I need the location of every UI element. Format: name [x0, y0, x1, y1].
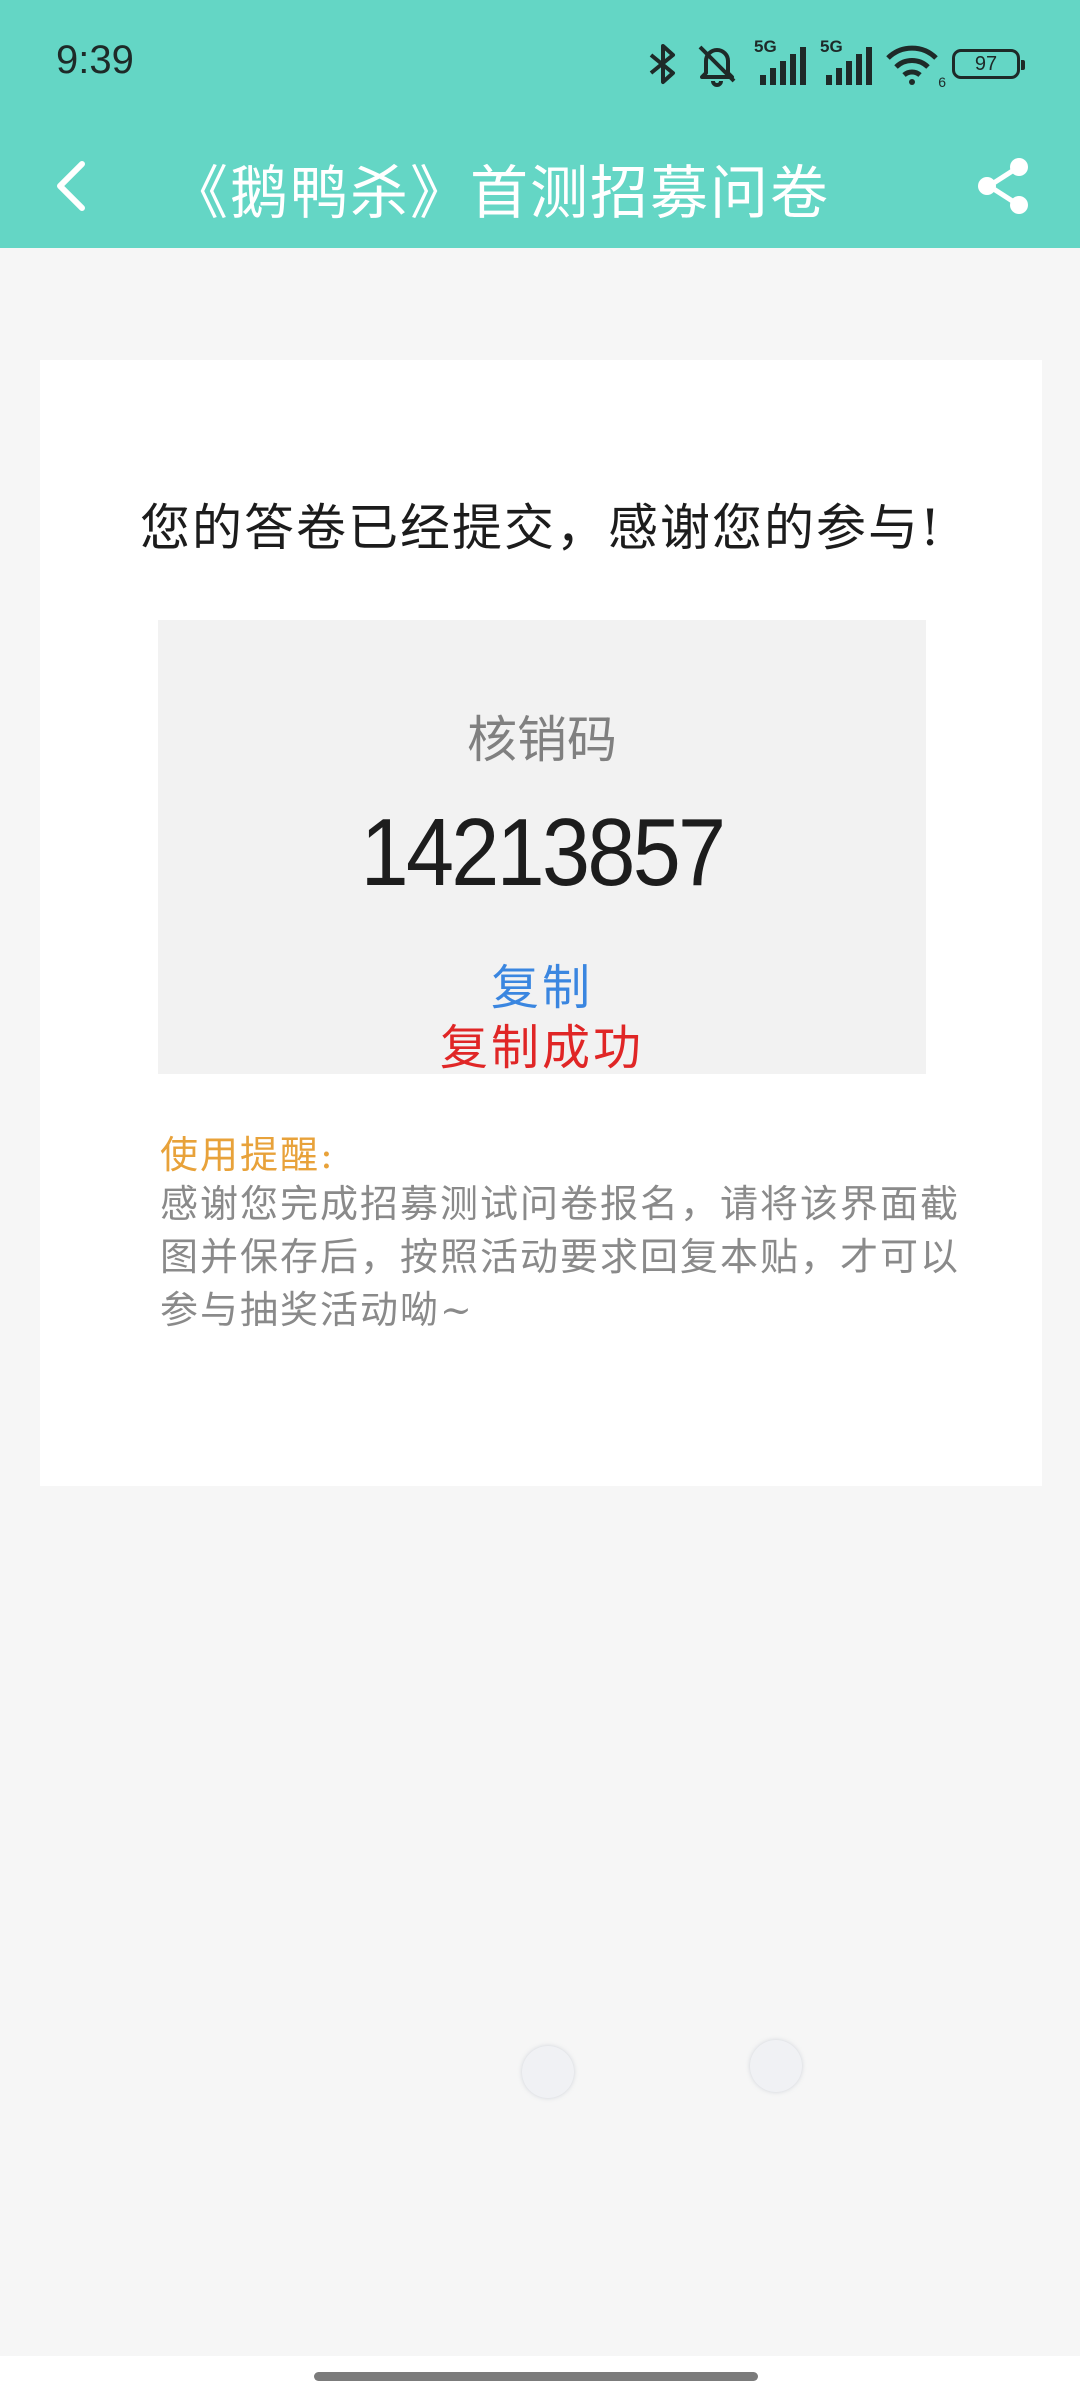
network-type-1: 5G — [754, 37, 777, 56]
share-button[interactable] — [966, 148, 1040, 224]
status-time: 9:39 — [56, 38, 134, 82]
home-indicator[interactable] — [314, 2372, 758, 2381]
reminder-text: 感谢您完成招募测试问卷报名，请将该界面截图并保存后，按照活动要求回复本贴，才可以… — [160, 1182, 961, 1332]
code-label: 核销码 — [467, 711, 617, 769]
app-header: 9:39 5G 5G 6 97 《鹅鸭杀》首测招募问卷 — [0, 0, 1080, 248]
status-icons: 5G 5G 6 97 — [646, 37, 1025, 90]
back-arrow-icon — [57, 161, 85, 211]
code-value: 14213857 — [360, 799, 727, 906]
share-icon — [978, 158, 1028, 214]
signal-icon-2: 5G — [820, 37, 872, 87]
result-card: 您的答卷已经提交，感谢您的参与! 核销码 14213857 复制 复制成功 使用… — [40, 360, 1042, 1486]
system-nav-bar — [0, 2356, 1080, 2403]
verification-code-box: 核销码 14213857 复制 复制成功 — [158, 620, 926, 1076]
floating-dot-left[interactable] — [522, 2046, 574, 2098]
wifi-sub-label: 6 — [938, 74, 946, 90]
battery-level: 97 — [974, 52, 998, 75]
back-button[interactable] — [40, 150, 104, 222]
battery-icon: 97 — [952, 49, 1025, 79]
status-bar: 9:39 5G 5G 6 97 — [0, 0, 1080, 130]
copy-success-message: 复制成功 — [439, 1020, 644, 1076]
bell-off-icon — [694, 41, 740, 87]
floating-dot-right[interactable] — [750, 2040, 802, 2092]
bluetooth-icon — [646, 42, 680, 86]
wifi-icon: 6 — [886, 42, 946, 90]
signal-icon: 5G — [754, 37, 806, 87]
nav-bar: 《鹅鸭杀》首测招募问卷 — [0, 130, 1080, 248]
page-title: 《鹅鸭杀》首测招募问卷 — [170, 159, 831, 227]
network-type-2: 5G — [820, 37, 843, 56]
reminder-title: 使用提醒: — [160, 1133, 335, 1177]
submitted-message: 您的答卷已经提交，感谢您的参与! — [139, 499, 943, 557]
